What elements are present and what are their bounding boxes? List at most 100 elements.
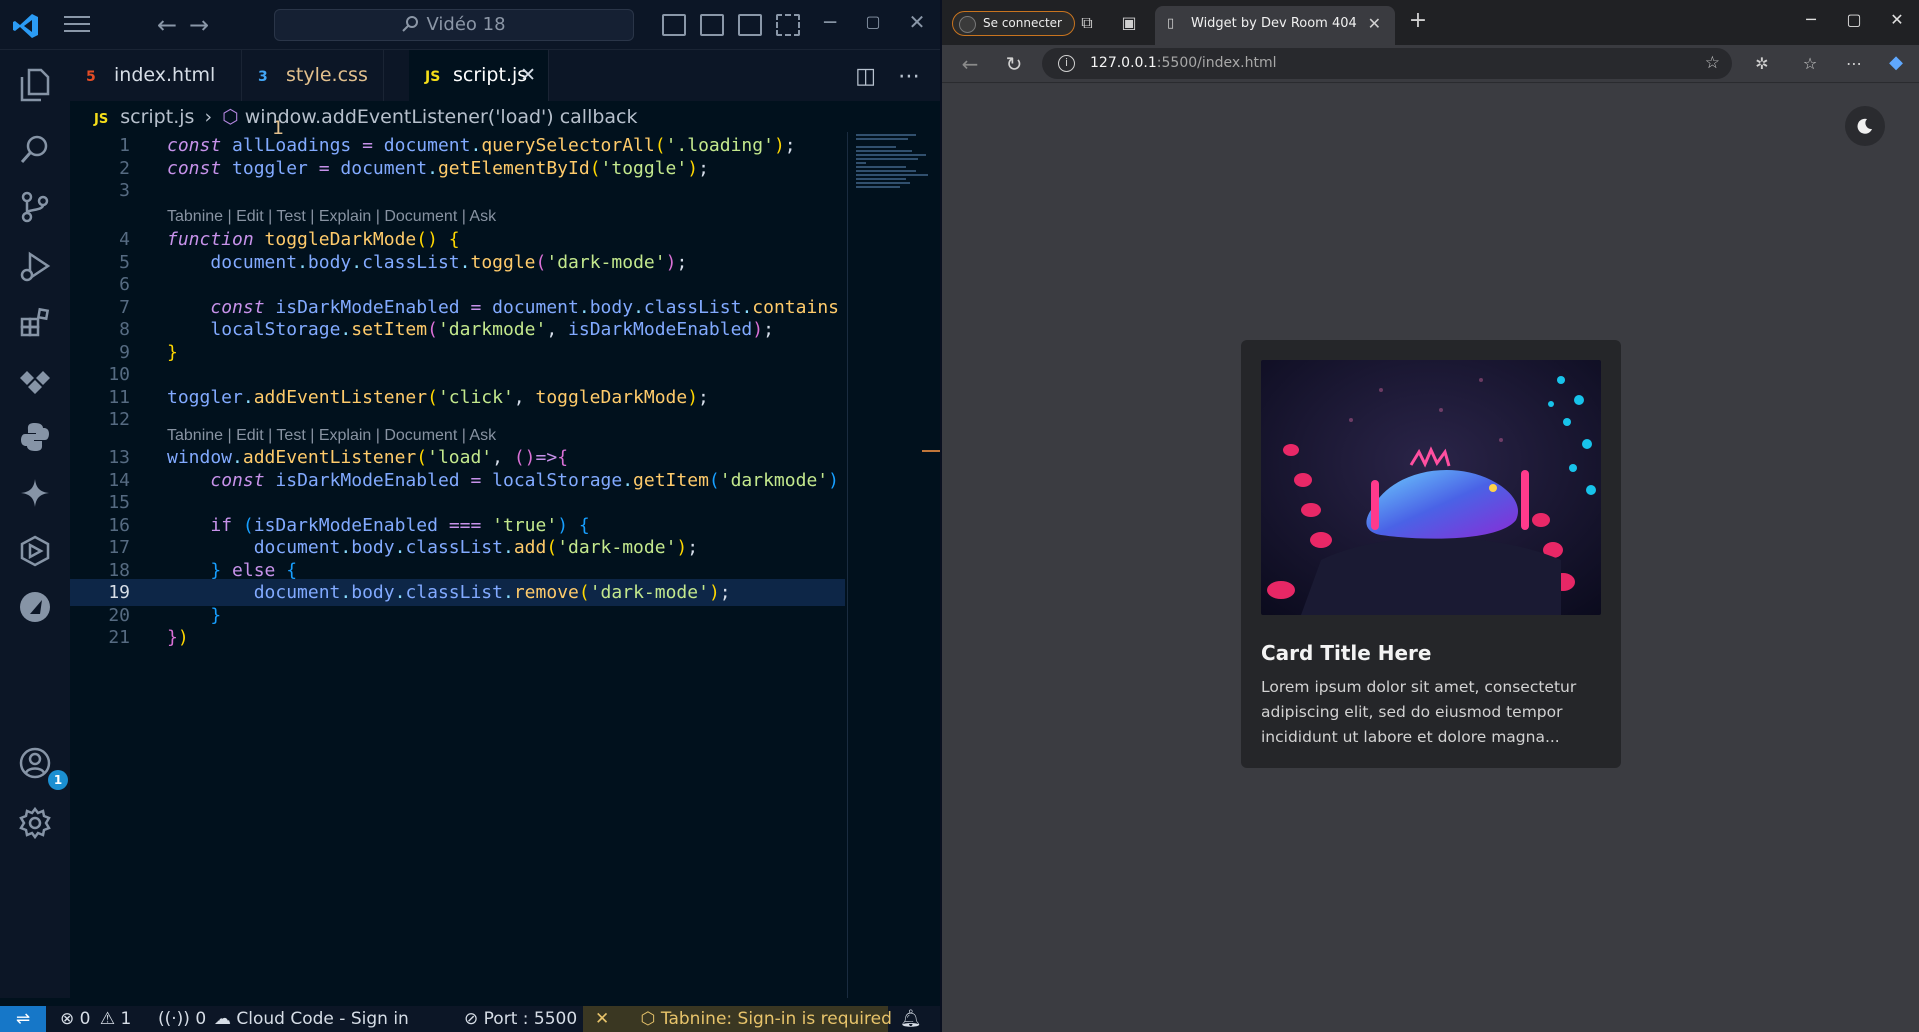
close-icon[interactable]: ✕ xyxy=(1882,10,1912,29)
url-path: :5500/index.html xyxy=(1156,55,1277,71)
remote-indicator-icon[interactable]: ⇌ xyxy=(0,1006,46,1032)
minimize-icon[interactable]: ─ xyxy=(1796,10,1826,29)
python-icon[interactable] xyxy=(14,416,56,458)
status-bar: ⇌ ⊗ 0 ⚠ 1 ((·)) 0 ☁ Cloud Code - Sign in… xyxy=(0,1006,940,1032)
copilot-icon[interactable]: ◆ xyxy=(1886,52,1906,73)
forward-arrow-icon[interactable]: → xyxy=(186,12,212,38)
source-control-icon[interactable] xyxy=(14,186,56,228)
remote-explorer-icon[interactable] xyxy=(14,360,56,402)
no-entry-icon: ⊘ xyxy=(464,1009,479,1029)
accounts-badge: 1 xyxy=(48,770,68,790)
tab-script-js[interactable]: JS script.js ✕ xyxy=(409,50,549,101)
broadcast-icon: ((·)) xyxy=(158,1009,190,1029)
settings-gear-icon[interactable] xyxy=(14,802,56,844)
explorer-icon[interactable] xyxy=(14,64,56,106)
editor-tab-bar: 5 index.html 3 style.css 1 JS script.js ✕ ◫… xyxy=(70,50,940,139)
address-bar[interactable]: i 127.0.0.1:5500/index.html ☆ xyxy=(1042,48,1732,79)
accounts-icon[interactable]: 1 xyxy=(14,742,68,790)
line-number: 12 xyxy=(108,409,130,430)
activity-bar: 1 xyxy=(0,50,70,998)
maximize-icon[interactable]: ▢ xyxy=(858,12,888,31)
code-line: 21}) xyxy=(70,624,845,651)
command-center-search[interactable]: Vidéo 18 xyxy=(274,9,634,41)
toggle-secondary-sidebar-icon[interactable] xyxy=(738,14,762,36)
browser-tab[interactable]: ▯ Widget by Dev Room 404 ✕ xyxy=(1155,6,1395,45)
browser-toolbar: ← ↻ i 127.0.0.1:5500/index.html ☆ ✲ ☆ ⋯ … xyxy=(942,45,1919,83)
extensions-icon[interactable] xyxy=(14,302,56,344)
toggle-panel-icon[interactable] xyxy=(700,14,724,36)
breadcrumb-symbol[interactable]: window.addEventListener('load') callback xyxy=(245,106,638,128)
line-number: 21 xyxy=(108,627,130,648)
ports-count: 0 xyxy=(195,1009,207,1029)
tabnine-label: Tabnine: Sign-in is required xyxy=(660,1009,892,1029)
close-tab-icon[interactable]: ✕ xyxy=(520,50,536,101)
js-icon: JS xyxy=(425,69,441,85)
menu-icon[interactable] xyxy=(64,16,90,34)
vscode-logo-icon xyxy=(13,14,38,38)
vscode-titlebar: ← → Vidéo 18 ─ ▢ ✕ xyxy=(0,0,940,50)
browser-tab-title: Widget by Dev Room 404 xyxy=(1191,16,1357,31)
customize-layout-icon[interactable] xyxy=(776,14,800,36)
page-icon: ▯ xyxy=(1167,16,1175,31)
back-arrow-icon[interactable]: ← xyxy=(960,52,980,76)
chevron-right-icon: › xyxy=(204,106,213,128)
tab-label: index.html xyxy=(114,64,216,86)
favorite-star-icon[interactable]: ☆ xyxy=(1705,48,1720,79)
reload-icon[interactable]: ↻ xyxy=(1004,52,1024,76)
close-tab-icon[interactable]: ✕ xyxy=(1368,6,1381,41)
run-debug-icon[interactable] xyxy=(14,246,56,288)
more-options-icon[interactable]: ⋯ xyxy=(1844,54,1864,73)
breadcrumb: JS script.js › ⬡ window.addEventListener… xyxy=(94,104,638,130)
tabnine-status[interactable]: ✕ ⬡ Tabnine: Sign-in is required xyxy=(583,1006,892,1032)
favorites-icon[interactable]: ☆ xyxy=(1800,54,1820,73)
browser-window: Se connecter ⧉ ▣ ▯ Widget by Dev Room 40… xyxy=(942,0,1919,1032)
code-editor[interactable]: 1 const allLoadings = document.querySelec… xyxy=(70,132,845,998)
cloud-code-status[interactable]: ☁ Cloud Code - Sign in xyxy=(214,1006,409,1032)
tab-label: style.css xyxy=(286,64,368,86)
extensions-icon[interactable]: ✲ xyxy=(1752,54,1772,73)
search-icon xyxy=(402,16,419,32)
cube-icon: ⬡ xyxy=(222,106,239,128)
tab-style-css[interactable]: 3 style.css 1 xyxy=(242,50,384,139)
more-actions-icon[interactable]: ⋯ xyxy=(898,64,920,89)
ports-status[interactable]: ((·)) 0 xyxy=(158,1006,206,1032)
breadcrumb-file[interactable]: script.js xyxy=(120,106,194,128)
gemini-sparkle-icon[interactable] xyxy=(14,472,56,514)
desktop: ← → Vidéo 18 ─ ▢ ✕ 1 5 index.html 3 styl… xyxy=(0,0,1919,1032)
live-share-icon[interactable] xyxy=(14,586,56,628)
line-number: 3 xyxy=(119,180,130,201)
problems-status[interactable]: ⊗ 0 ⚠ 1 xyxy=(60,1006,131,1032)
scrollbar-marker xyxy=(922,450,940,452)
tab-label: script.js xyxy=(453,64,528,86)
back-arrow-icon[interactable]: ← xyxy=(154,12,180,38)
toggle-primary-sidebar-icon[interactable] xyxy=(662,14,686,36)
minimap[interactable] xyxy=(847,132,939,998)
close-icon[interactable]: ✕ xyxy=(902,10,932,34)
cloud-code-icon[interactable] xyxy=(14,530,56,572)
html5-icon: 5 xyxy=(86,69,96,85)
tab-index-html[interactable]: 5 index.html xyxy=(70,50,242,101)
url-host: 127.0.0.1 xyxy=(1090,55,1157,71)
css3-icon: 3 xyxy=(258,69,268,85)
workspaces-icon[interactable]: ⧉ xyxy=(1077,13,1097,33)
tabnine-codelens[interactable]: Tabnine | Edit | Test | Explain | Docume… xyxy=(167,206,496,228)
split-editor-icon[interactable]: ◫ xyxy=(855,64,876,89)
maximize-icon[interactable]: ▢ xyxy=(1839,10,1869,29)
dark-mode-toggle[interactable] xyxy=(1845,106,1885,146)
live-server-port: Port : 5500 xyxy=(483,1009,578,1029)
minimize-icon[interactable]: ─ xyxy=(815,10,845,34)
moon-icon xyxy=(1857,118,1872,134)
js-icon: JS xyxy=(94,112,109,127)
cloud-code-label: Cloud Code - Sign in xyxy=(236,1009,409,1029)
browser-titlebar: Se connecter ⧉ ▣ ▯ Widget by Dev Room 40… xyxy=(942,0,1919,45)
site-info-icon[interactable]: i xyxy=(1058,55,1075,72)
tab-actions-icon[interactable]: ▣ xyxy=(1119,13,1139,32)
warning-icon: ⚠ xyxy=(99,1009,116,1029)
search-icon[interactable] xyxy=(14,128,56,170)
live-server-status[interactable]: ⊘ Port : 5500 xyxy=(464,1006,577,1032)
new-tab-icon[interactable]: + xyxy=(1408,8,1428,33)
profile-button[interactable]: Se connecter xyxy=(952,11,1075,36)
notifications-bell-icon[interactable]: 🔔︎ xyxy=(900,1006,922,1032)
page-viewport: Card Title Here Lorem ipsum dolor sit am… xyxy=(942,84,1919,1032)
card-title: Card Title Here xyxy=(1261,641,1432,665)
